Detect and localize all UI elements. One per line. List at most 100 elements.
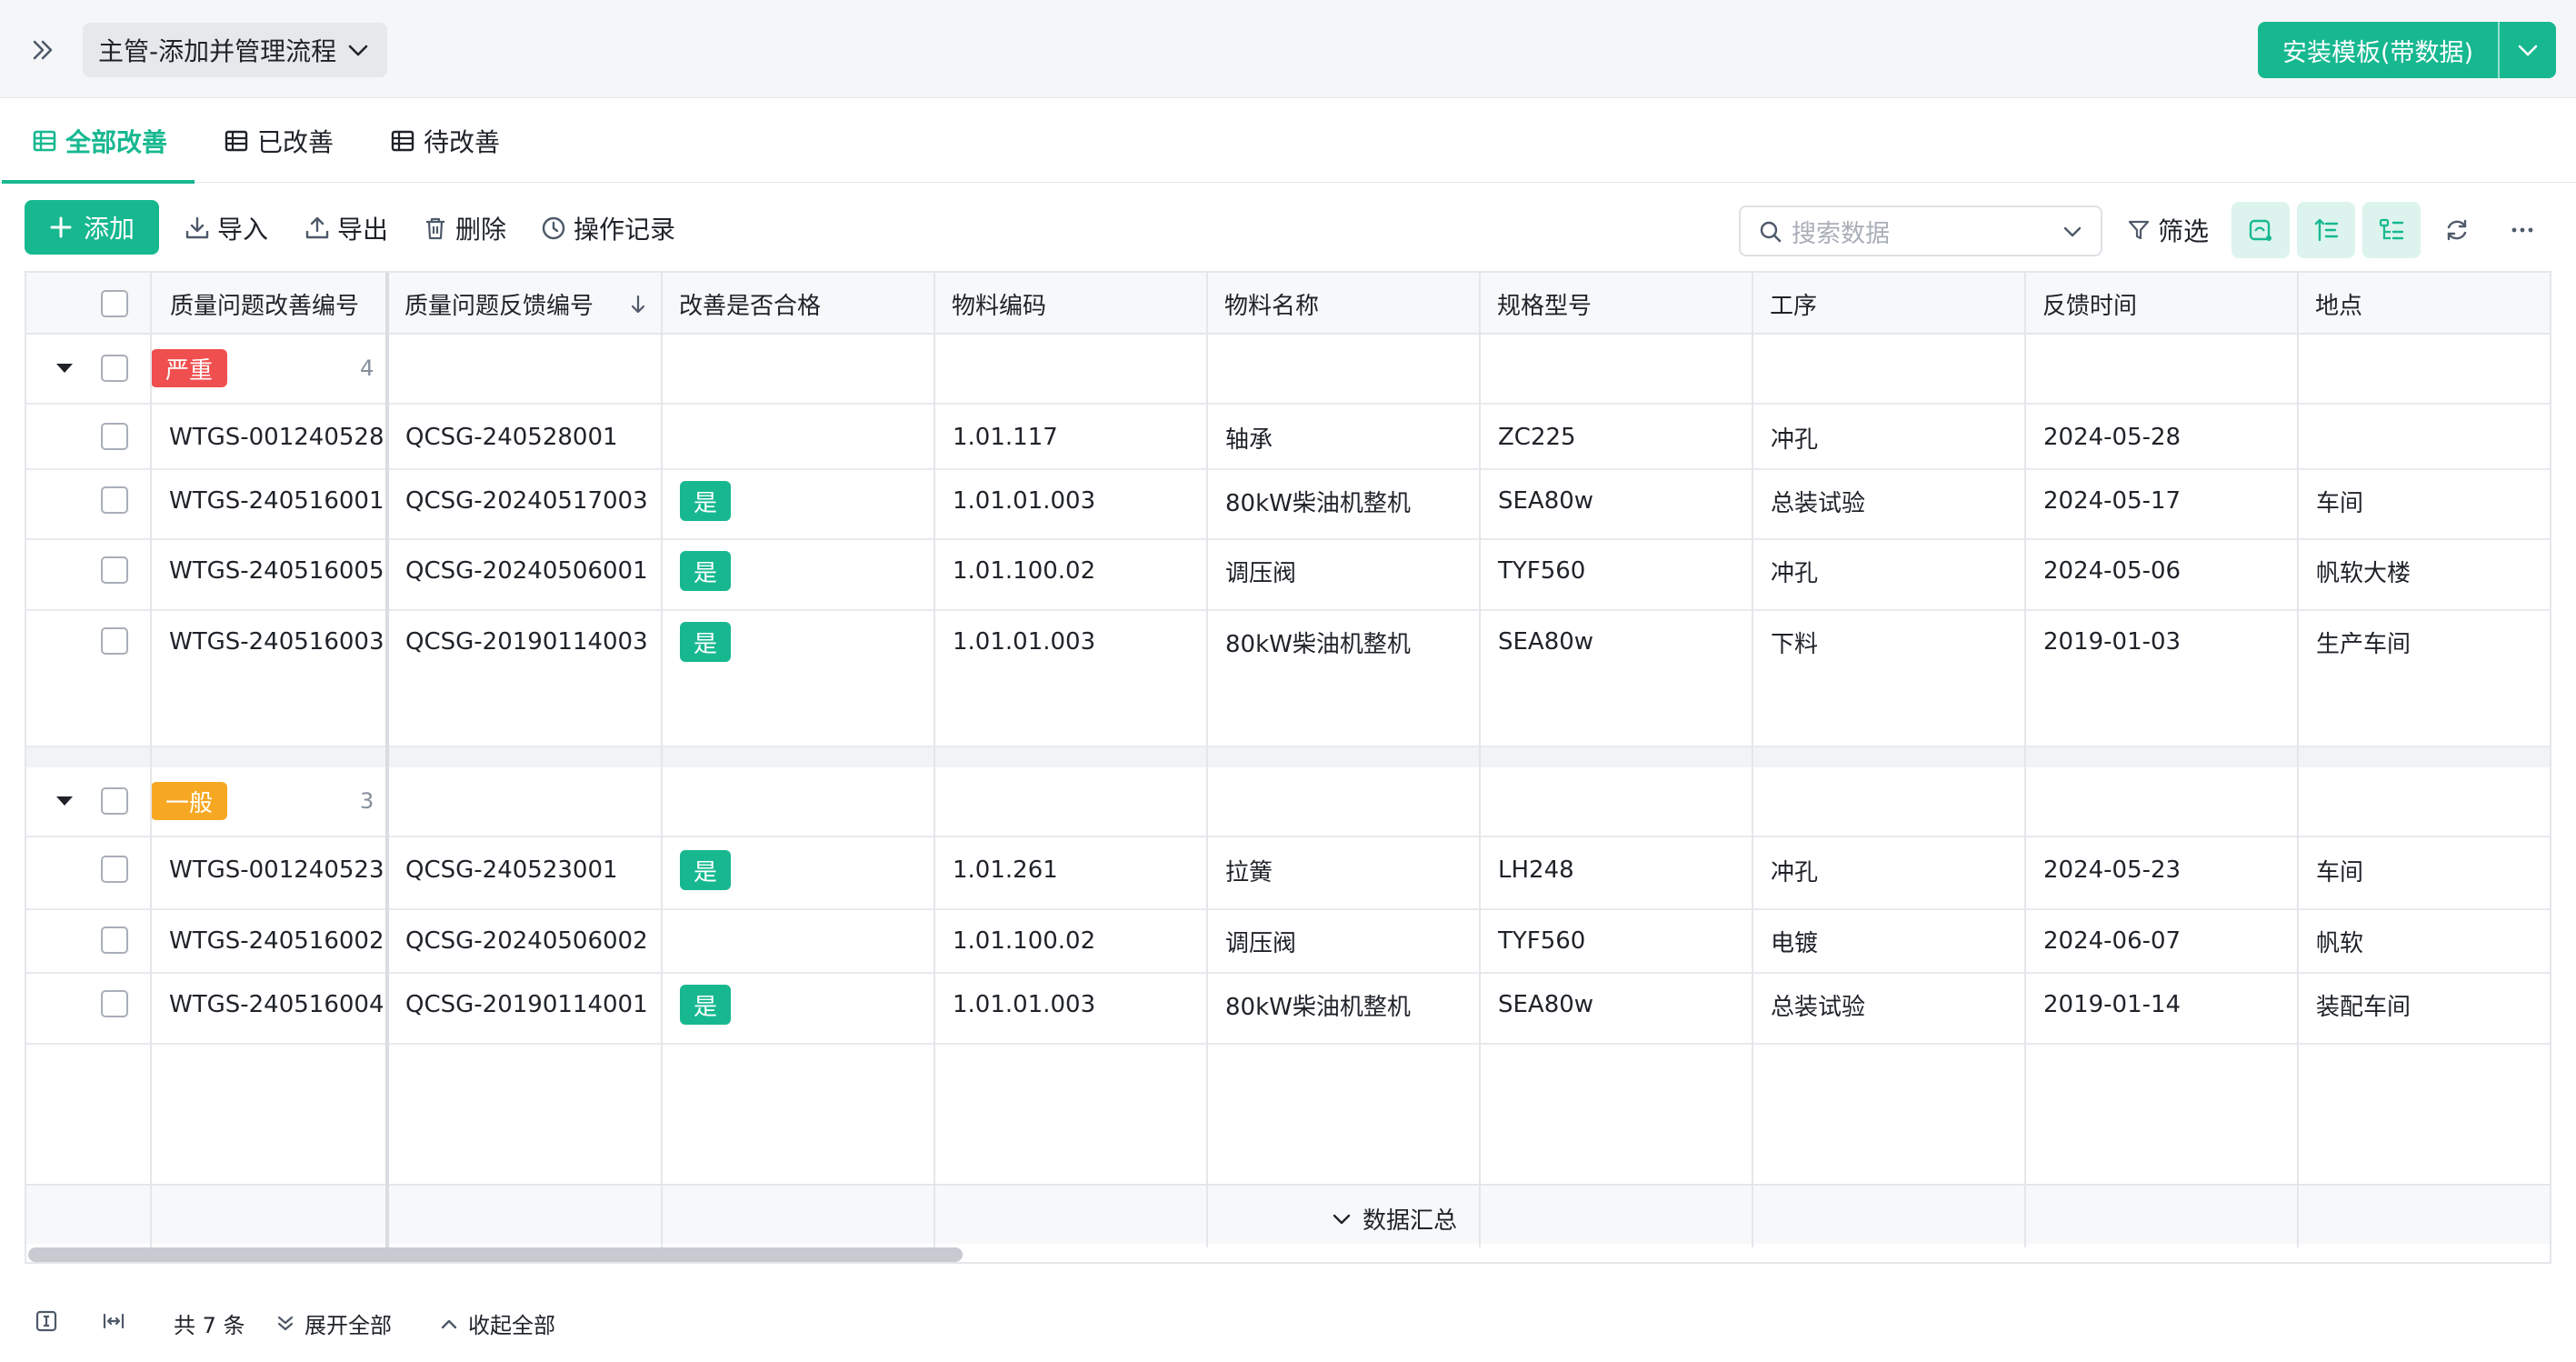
cell-place: 车间 [2316,858,2364,886]
scrollbar-thumb[interactable] [28,1247,963,1262]
horizontal-scrollbar[interactable] [26,1244,2550,1262]
select-all-checkbox[interactable] [101,290,128,317]
table-icon [225,130,248,151]
cell-code: 1.01.261 [953,856,1058,884]
row-checkbox[interactable] [101,423,128,450]
install-template-dropdown[interactable] [2500,22,2556,78]
export-label: 导出 [337,215,389,245]
row-checkbox[interactable] [101,556,128,584]
cell-id: WTGS-240516004 [169,991,384,1018]
column-header[interactable]: 物料编码 [934,273,1046,335]
column-divider [2024,273,2026,1247]
collapse-all-button[interactable]: 收起全部 [439,1307,555,1339]
install-template-label: 安装模板(带数据) [2281,38,2474,67]
sort-button[interactable] [2297,202,2355,258]
cell-id: WTGS-001240528 [169,424,384,451]
collapse-group-icon[interactable] [55,795,75,807]
tab-all-improvements[interactable]: 全部改善 [1,98,195,184]
add-button[interactable]: 添加 [25,200,159,255]
tab-improved[interactable]: 已改善 [225,98,334,183]
cell-code: 1.01.01.003 [953,628,1096,656]
cell-feedback: QCSG-240528001 [405,424,618,451]
cell-place: 生产车间 [2316,630,2411,657]
column-header[interactable]: 质量问题改善编号 [152,273,359,335]
column-divider [2297,273,2299,1247]
row-color-button[interactable] [2232,202,2290,258]
column-header-label: 改善是否合格 [679,292,822,320]
column-width-icon[interactable] [102,1309,125,1333]
palette-icon [2249,219,2271,241]
history-button[interactable]: 操作记录 [541,209,675,247]
cell-feedback: QCSG-240523001 [405,856,618,884]
double-chevron-down-icon [277,1316,294,1330]
cell-date: 2024-05-23 [2043,856,2182,884]
cell-date: 2024-05-06 [2043,557,2182,585]
cell-name: 80kW柴油机整机 [1225,630,1411,657]
table-icon [33,130,56,151]
cell-process: 冲孔 [1771,426,1819,453]
row-checkbox[interactable] [101,627,128,655]
clock-icon [542,216,565,240]
summary-toggle[interactable]: 数据汇总 [1332,1202,1457,1236]
refresh-button[interactable] [2428,202,2486,258]
cell-spec: TYF560 [1498,557,1586,585]
collapse-group-icon[interactable] [55,362,75,375]
group-checkbox[interactable] [101,787,128,815]
search-input[interactable]: 搜索数据 [1739,205,2102,256]
cell-date: 2024-05-28 [2043,424,2182,451]
column-header[interactable]: 反馈时间 [2024,273,2137,335]
group-button[interactable] [2362,202,2421,258]
severity-tag: 严重 [151,349,227,387]
qualified-badge: 是 [680,622,731,662]
cell-name: 80kW柴油机整机 [1225,489,1411,516]
more-button[interactable] [2493,202,2551,258]
cell-code: 1.01.117 [953,424,1058,451]
filter-label: 筛选 [2158,216,2210,246]
table-icon [391,130,414,151]
sort-icon [2314,218,2339,242]
column-header[interactable]: 地点 [2297,273,2362,335]
cell-code: 1.01.01.003 [953,991,1096,1018]
group-separator [26,747,2550,767]
import-button[interactable]: 导入 [185,209,268,247]
chevron-down-icon [348,45,368,56]
tab-pending-improvement[interactable]: 待改善 [391,98,500,183]
add-label: 添加 [83,214,135,244]
row-checkbox[interactable] [101,856,128,883]
column-header[interactable]: 改善是否合格 [661,273,821,335]
column-divider [1206,273,1208,1247]
import-icon [185,216,209,239]
group-count: 4 [360,356,374,381]
cell-process: 下料 [1771,630,1819,657]
row-height-icon[interactable] [35,1309,58,1333]
expand-all-button[interactable]: 展开全部 [275,1307,392,1339]
tab-label: 已改善 [257,126,334,157]
column-header[interactable]: 规格型号 [1479,273,1592,335]
cell-code: 1.01.100.02 [953,557,1096,585]
cell-process: 电镀 [1771,929,1819,956]
severity-tag: 一般 [151,782,227,820]
install-template-main[interactable]: 安装模板(带数据) [2258,22,2498,78]
row-checkbox[interactable] [101,990,128,1017]
cell-id: WTGS-240516001 [169,487,384,515]
group-checkbox[interactable] [101,355,128,382]
cell-spec: ZC225 [1498,424,1576,451]
row-checkbox[interactable] [101,926,128,954]
table-header: 质量问题改善编号 质量问题反馈编号 改善是否合格 物料编码 物料名称 规格型号 工序 反馈时间… [26,273,2550,335]
import-label: 导入 [217,215,269,245]
filter-button[interactable]: 筛选 [2127,211,2209,249]
column-header-label: 物料名称 [1224,292,1320,320]
column-header-label: 质量问题反馈编号 [404,292,594,320]
cell-name: 轴承 [1225,426,1273,453]
column-header[interactable]: 工序 [1752,273,1817,335]
column-header[interactable]: 质量问题反馈编号 [386,273,594,335]
flow-selector[interactable]: 主管-添加并管理流程 [83,23,387,77]
row-divider [26,1043,2550,1045]
expand-sidebar-icon[interactable] [27,35,58,65]
column-header[interactable]: 物料名称 [1206,273,1319,335]
delete-button[interactable]: 删除 [423,209,506,247]
sort-descending-icon[interactable] [630,295,646,315]
data-table: 质量问题改善编号 质量问题反馈编号 改善是否合格 物料编码 物料名称 规格型号 工序 反馈时间… [25,271,2551,1264]
export-button[interactable]: 导出 [305,209,388,247]
row-checkbox[interactable] [101,486,128,514]
